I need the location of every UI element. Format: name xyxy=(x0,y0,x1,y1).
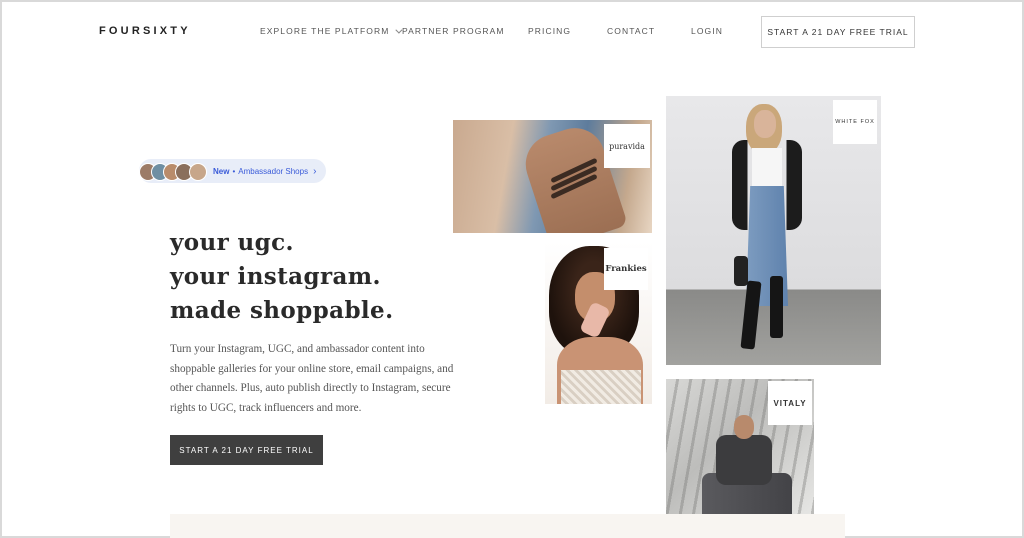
separator-dot: • xyxy=(232,166,236,176)
avatar xyxy=(189,163,207,181)
section-band xyxy=(170,514,845,538)
announcement-pill[interactable]: New • Ambassador Shops › xyxy=(139,159,326,183)
brand-logo: Frankies xyxy=(604,248,648,290)
photo-top xyxy=(752,148,782,188)
chevron-right-icon: › xyxy=(313,165,317,177)
photo-boot xyxy=(770,276,783,338)
new-badge: New xyxy=(213,166,230,176)
nav-item-login[interactable]: LOGIN xyxy=(691,26,723,36)
headline-line: made shoppable. xyxy=(170,297,394,324)
brand-logo: WHITE FOX xyxy=(833,100,877,144)
photo-top xyxy=(561,370,641,404)
brand-logo: puravida xyxy=(604,124,650,168)
photo-face xyxy=(754,110,776,138)
free-trial-button[interactable]: START A 21 DAY FREE TRIAL xyxy=(761,16,915,48)
gallery-tile-white-fox[interactable]: WHITE FOX xyxy=(666,96,881,365)
nav-item-partner-program[interactable]: PARTNER PROGRAM xyxy=(402,26,505,36)
gallery-tile-puravida[interactable]: puravida xyxy=(453,120,652,233)
logo[interactable]: FOURSIXTY xyxy=(99,25,191,37)
nav-item-contact[interactable]: CONTACT xyxy=(607,26,655,36)
gallery-tile-vitaly[interactable]: VITALY xyxy=(666,379,814,529)
headline-line: your instagram. xyxy=(170,263,381,290)
headline-line: your ugc. xyxy=(170,229,294,256)
nav-item-label: EXPLORE THE PLATFORM xyxy=(260,26,390,36)
photo-head xyxy=(734,415,754,439)
gallery-tile-frankies[interactable]: Frankies xyxy=(545,242,652,404)
photo-body xyxy=(716,435,772,485)
hero-free-trial-button[interactable]: START A 21 DAY FREE TRIAL xyxy=(170,435,323,465)
avatar-group xyxy=(139,161,211,181)
top-nav: FOURSIXTY EXPLORE THE PLATFORM PARTNER P… xyxy=(0,0,1024,64)
nav-item-pricing[interactable]: PRICING xyxy=(528,26,571,36)
brand-logo: VITALY xyxy=(768,381,812,425)
photo-person xyxy=(696,415,792,525)
announcement-text: Ambassador Shops xyxy=(238,166,309,176)
photo-bag xyxy=(734,256,748,286)
nav-item-explore-platform[interactable]: EXPLORE THE PLATFORM xyxy=(260,26,403,36)
photo-boot xyxy=(740,280,762,350)
hero-headline: your ugc. your instagram. made shoppable… xyxy=(170,226,394,328)
hero-description: Turn your Instagram, UGC, and ambassador… xyxy=(170,343,454,414)
